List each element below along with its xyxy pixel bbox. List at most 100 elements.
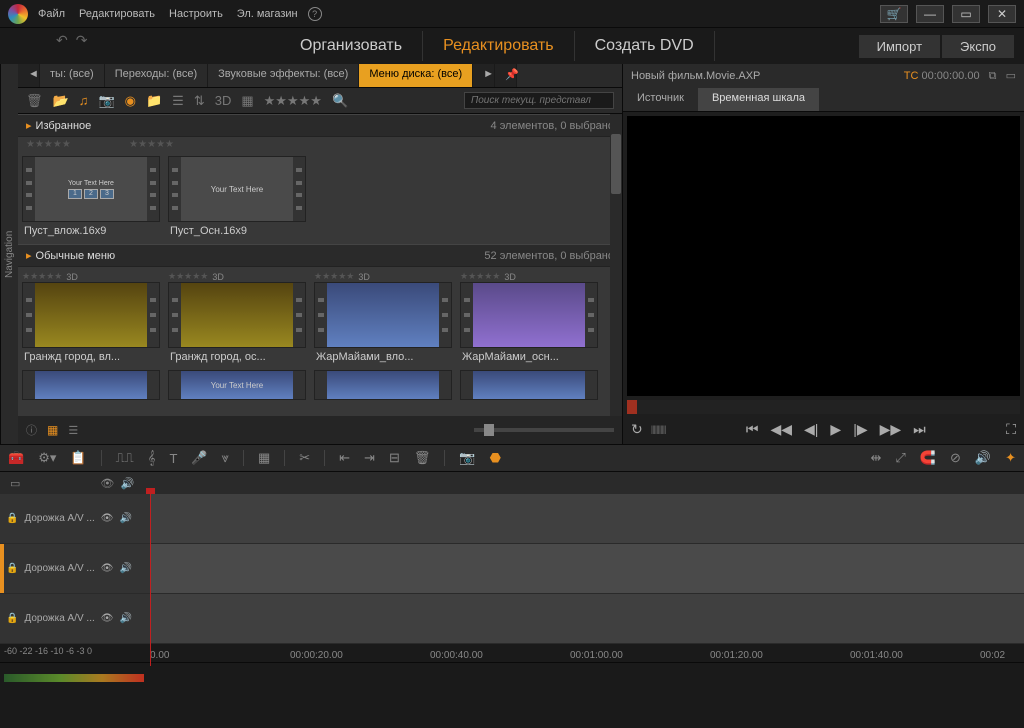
- menu-item[interactable]: [22, 370, 160, 400]
- razor-icon[interactable]: ✂: [299, 450, 310, 466]
- cart-icon[interactable]: 🛒: [880, 5, 908, 23]
- disc-icon[interactable]: ◉: [125, 93, 136, 109]
- library-scrollbar[interactable]: [610, 114, 622, 416]
- expand-icon[interactable]: ⛶: [1006, 421, 1016, 437]
- keyframe-icon[interactable]: ✦: [1005, 450, 1016, 466]
- ducking-icon[interactable]: ⩔: [222, 450, 229, 466]
- track-lane[interactable]: [150, 544, 1024, 593]
- playhead-line[interactable]: [150, 494, 151, 666]
- libtab-all[interactable]: ты: (все): [40, 64, 105, 87]
- menu-file[interactable]: Файл: [38, 8, 65, 20]
- mode-edit[interactable]: Редактировать: [423, 31, 575, 61]
- camera-icon[interactable]: 📷: [98, 93, 114, 109]
- undo-icon[interactable]: ↶: [56, 32, 68, 49]
- track-lane[interactable]: [150, 494, 1024, 543]
- speaker-icon[interactable]: 🔊: [119, 613, 131, 624]
- speaker-icon[interactable]: 🔊: [121, 477, 135, 490]
- redo-icon[interactable]: ↷: [76, 32, 88, 49]
- rating-filter[interactable]: ★★★★★: [264, 93, 322, 109]
- preview-tab-source[interactable]: Источник: [623, 88, 698, 111]
- lock-icon[interactable]: 🔒: [6, 563, 18, 574]
- lock-icon[interactable]: 🔒: [6, 513, 18, 524]
- treble-icon[interactable]: 𝄞: [148, 450, 156, 466]
- folder-open-icon[interactable]: 📂: [53, 93, 69, 109]
- mode-createdvd[interactable]: Создать DVD: [575, 31, 715, 61]
- grid-icon[interactable]: ▦: [241, 93, 253, 109]
- menu-item[interactable]: ★★★★★3D ЖарМайами_осн...: [460, 271, 598, 366]
- maximize-button[interactable]: ▭: [952, 5, 980, 23]
- menu-item[interactable]: ★★★★★3D Гранжд город, вл...: [22, 271, 160, 366]
- section-favorites[interactable]: ▸ Избранное 4 элементов, 0 выбрано: [18, 114, 622, 137]
- help-icon[interactable]: ?: [308, 7, 322, 21]
- title-icon[interactable]: T: [169, 451, 177, 466]
- eye-icon[interactable]: 👁: [101, 563, 114, 574]
- play-icon[interactable]: ▶: [830, 421, 841, 438]
- volume-icon[interactable]: 🔊: [975, 450, 991, 466]
- menu-store[interactable]: Эл. магазин: [237, 8, 298, 20]
- libtab-soundfx[interactable]: Звуковые эффекты: (все): [208, 64, 359, 87]
- speaker-icon[interactable]: 🔊: [119, 563, 131, 574]
- speaker-icon[interactable]: 🔊: [119, 513, 131, 524]
- search-icon[interactable]: 🔍: [332, 93, 348, 109]
- fullscreen-icon[interactable]: ▭: [1006, 70, 1016, 82]
- menu-item[interactable]: [460, 370, 598, 400]
- grid-view-icon[interactable]: ▦: [47, 423, 58, 437]
- list-view-icon[interactable]: ☰: [68, 424, 78, 437]
- snapshot-icon[interactable]: 📷: [459, 450, 475, 466]
- libtab-prev[interactable]: ◄: [18, 64, 40, 87]
- delete-icon[interactable]: 🗑: [414, 450, 431, 466]
- eye-icon[interactable]: 👁: [100, 477, 114, 490]
- marker-icon[interactable]: ⬣: [490, 450, 501, 466]
- libtab-pin-icon[interactable]: 📌: [495, 64, 517, 87]
- preview-scrubber[interactable]: [627, 400, 1020, 414]
- close-button[interactable]: ✕: [988, 5, 1016, 23]
- music-icon[interactable]: ♫: [79, 93, 89, 108]
- toolbox-icon[interactable]: 🧰: [8, 450, 24, 466]
- search-input[interactable]: [464, 92, 614, 109]
- menu-item[interactable]: [314, 370, 452, 400]
- clipboard-icon[interactable]: 📋: [70, 450, 86, 466]
- magnet-icon[interactable]: 🧲: [920, 450, 936, 466]
- menu-edit[interactable]: Редактировать: [79, 8, 155, 20]
- import-button[interactable]: Импорт: [859, 35, 940, 58]
- section-regular[interactable]: ▸ Обычные меню 52 элементов, 0 выбрано: [18, 244, 622, 267]
- zoom-timeline-icon[interactable]: ⤢: [895, 450, 905, 466]
- eye-icon[interactable]: 👁: [101, 513, 114, 524]
- menu-item[interactable]: ★★★★★3D ЖарМайами_вло...: [314, 271, 452, 366]
- libtab-next[interactable]: ►: [473, 64, 495, 87]
- trim-out-icon[interactable]: ⇥: [364, 450, 375, 466]
- libtab-transitions[interactable]: Переходы: (все): [105, 64, 208, 87]
- folder-icon[interactable]: 📁: [146, 93, 162, 109]
- multicam-icon[interactable]: ▦: [258, 450, 270, 466]
- next-frame-icon[interactable]: ▶▶: [880, 421, 902, 438]
- menu-item[interactable]: Your Text Here: [168, 370, 306, 400]
- loop-icon[interactable]: ↻: [631, 421, 643, 438]
- bin-icon[interactable]: 🗑: [26, 93, 43, 109]
- zoom-slider[interactable]: [474, 428, 614, 432]
- menu-item[interactable]: ★★★★★3D Гранжд город, ос...: [168, 271, 306, 366]
- mixer-icon[interactable]: ⎍⎍: [116, 450, 134, 466]
- step-back-icon[interactable]: ◀|: [804, 421, 818, 438]
- list-icon[interactable]: ☰: [172, 93, 184, 109]
- d3-toggle[interactable]: 3D: [215, 93, 232, 108]
- export-button[interactable]: Экспо: [942, 35, 1014, 58]
- voiceover-icon[interactable]: 🎤: [191, 450, 207, 466]
- lock-icon[interactable]: 🔒: [6, 613, 18, 624]
- eye-icon[interactable]: 👁: [101, 613, 114, 624]
- split-icon[interactable]: ⊟: [389, 450, 400, 466]
- info-icon[interactable]: ⓘ: [26, 422, 37, 438]
- popout-icon[interactable]: ⧉: [989, 70, 997, 82]
- menu-item[interactable]: Your Text Here123 Пуст_влож.16x9: [22, 156, 160, 240]
- menu-item[interactable]: Your Text Here Пуст_Осн.16x9: [168, 156, 306, 240]
- minimize-button[interactable]: —: [916, 5, 944, 23]
- timeline-ruler[interactable]: [150, 663, 1024, 692]
- preview-tab-timeline[interactable]: Временная шкала: [698, 88, 819, 111]
- storyboard-icon[interactable]: ▭: [10, 477, 20, 490]
- trim-in-icon[interactable]: ⇤: [339, 450, 350, 466]
- prev-frame-icon[interactable]: ◀◀: [770, 421, 792, 438]
- track-lane[interactable]: [150, 594, 1024, 643]
- goto-end-icon[interactable]: ⏭: [913, 421, 926, 438]
- menu-setup[interactable]: Настроить: [169, 8, 223, 20]
- link-icon[interactable]: ⊘: [950, 450, 961, 466]
- goto-start-icon[interactable]: ⏮: [746, 421, 759, 438]
